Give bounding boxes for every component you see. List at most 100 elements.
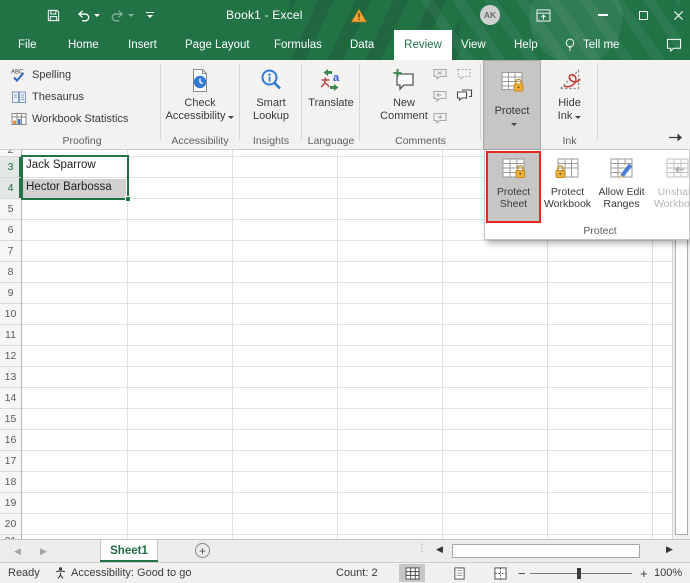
new-comment-button[interactable]: New Comment [378,61,430,135]
horizontal-scrollbar-thumb[interactable] [452,544,640,558]
new-sheet-button[interactable]: + [195,543,210,558]
warning-icon [351,8,367,23]
hide-ink-line2: Ink [558,110,582,123]
sheet-tab-sheet1[interactable]: Sheet1 [100,540,158,562]
grid-row[interactable] [22,388,672,409]
row-header[interactable]: 10 [0,304,21,325]
hscroll-left-button[interactable]: ◀ [436,544,443,555]
tab-insert[interactable]: Insert [128,30,157,60]
smart-lookup-line1: Smart [256,97,285,110]
tab-help[interactable]: Help [514,30,538,60]
tab-scrollbar-splitter[interactable]: ⋮ [417,543,426,554]
grid-row[interactable] [22,367,672,388]
zoom-out-button[interactable]: − [518,563,526,583]
protect-sheet-button[interactable]: Protect Sheet [488,153,539,221]
share-comments-button[interactable] [666,30,682,60]
quick-access-toolbar-button[interactable] [146,0,154,30]
tab-review[interactable]: Review [394,30,452,60]
tell-me-button[interactable]: Tell me [564,30,619,60]
row-header[interactable]: 18 [0,472,21,493]
translate-button[interactable]: a Translate [304,61,358,135]
next-sheet-button[interactable]: ▶ [40,540,47,563]
check-accessibility-button[interactable]: Check Accessibility [165,61,235,135]
tab-data[interactable]: Data [350,30,374,60]
row-header[interactable]: 7 [0,241,21,262]
row-header[interactable]: 9 [0,283,21,304]
show-comments-button[interactable] [455,88,473,104]
row-header[interactable]: 20 [0,514,21,535]
row-header[interactable]: 13 [0,367,21,388]
thesaurus-icon [11,89,27,105]
protect-workbook-button[interactable]: Protect Workbook [542,153,593,221]
status-count[interactable]: Count: 2 [336,563,378,583]
grid-row[interactable] [22,472,672,493]
close-button[interactable] [667,0,690,30]
previous-comment-button[interactable] [431,88,449,104]
grid-row[interactable] [22,514,672,535]
row-header[interactable]: 17 [0,451,21,472]
row-header[interactable]: 3 [0,157,21,178]
allow-edit-ranges-button[interactable]: Allow Edit Ranges [596,153,647,221]
tab-formulas[interactable]: Formulas [274,30,322,60]
normal-view-button[interactable] [399,564,425,582]
group-divider [597,64,598,140]
grid-row[interactable] [22,262,672,283]
zoom-in-button[interactable]: + [640,563,648,583]
minimize-button[interactable] [590,0,616,30]
protect-button[interactable]: Protect [483,60,541,150]
row-header[interactable]: 8 [0,262,21,283]
unshare-workbook-icon [664,155,690,183]
row-header[interactable]: 19 [0,493,21,514]
thesaurus-button[interactable]: Thesaurus [8,87,87,107]
row-header[interactable]: 11 [0,325,21,346]
warning-button[interactable] [351,0,367,30]
convert-comment-button[interactable] [455,66,473,82]
zoom-slider-track[interactable] [530,573,632,574]
workbook-statistics-button[interactable]: Workbook Statistics [8,109,131,129]
row-header[interactable]: 6 [0,220,21,241]
tab-page-layout[interactable]: Page Layout [185,30,250,60]
ribbon-overflow-button[interactable] [668,132,684,143]
hide-ink-button[interactable]: Hide Ink [545,61,594,135]
grid-row[interactable] [22,283,672,304]
save-button[interactable] [46,0,61,30]
delete-comment-button[interactable] [431,66,449,82]
row-header[interactable]: 5 [0,199,21,220]
grid-row[interactable] [22,493,672,514]
page-break-preview-button[interactable] [487,564,513,582]
row-header[interactable]: 15 [0,409,21,430]
grid-row[interactable] [22,409,672,430]
tab-home[interactable]: Home [68,30,99,60]
grid-row[interactable] [22,241,672,262]
hscroll-right-button[interactable]: ▶ [666,544,673,555]
grid-row[interactable] [22,346,672,367]
previous-sheet-button[interactable]: ◀ [14,540,21,563]
grid-row[interactable] [22,430,672,451]
tab-file[interactable]: File [18,30,37,60]
spelling-button[interactable]: ABC Spelling [8,65,74,85]
page-layout-view-button[interactable] [446,564,472,582]
row-header[interactable]: 12 [0,346,21,367]
redo-button[interactable] [110,0,134,30]
undo-chevron-icon[interactable] [94,14,100,17]
undo-button[interactable] [76,0,100,30]
row-header[interactable]: 4 [0,178,21,199]
row-header[interactable]: 14 [0,388,21,409]
translate-icon: a [318,66,344,94]
ribbon-display-options-button[interactable] [536,0,551,30]
zoom-slider-thumb[interactable] [577,568,581,579]
tab-view[interactable]: View [461,30,486,60]
chat-bubble-icon [666,38,682,52]
row-header[interactable]: 16 [0,430,21,451]
grid-row[interactable] [22,325,672,346]
row-header[interactable]: 2 [0,150,21,157]
fill-handle[interactable] [125,196,131,202]
accessibility-status-button[interactable]: Accessibility: Good to go [54,563,191,583]
grid-row[interactable] [22,304,672,325]
smart-lookup-button[interactable]: Smart Lookup [244,61,298,135]
maximize-button[interactable] [630,0,656,30]
next-comment-button[interactable] [431,110,449,126]
grid-row[interactable] [22,451,672,472]
account-button[interactable]: AK [480,0,500,30]
zoom-level[interactable]: 100% [654,563,682,583]
